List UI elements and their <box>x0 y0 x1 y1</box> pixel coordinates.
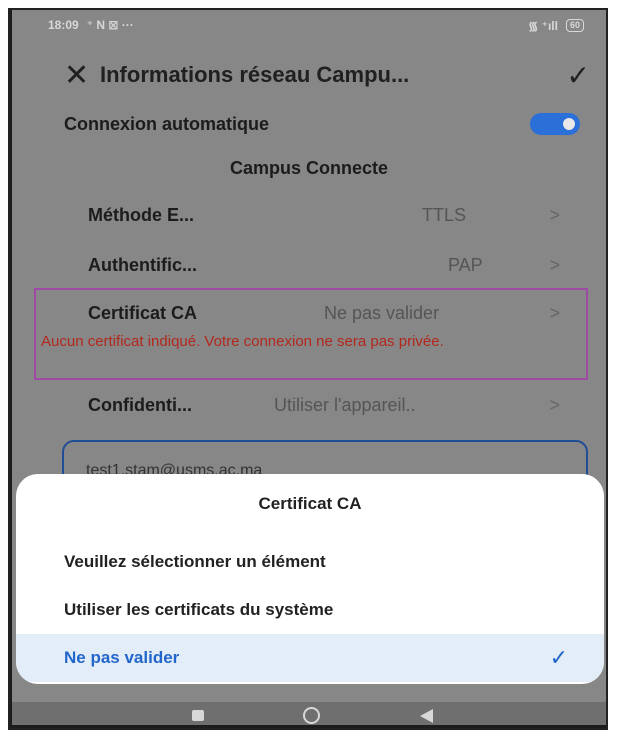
settings-row-privacy[interactable]: Confidenti... Utiliser l'appareil.. > <box>12 390 606 420</box>
auto-connect-toggle[interactable] <box>530 113 580 135</box>
screenshot-frame: 18:09 ⁺ N ⊠ ··· ᯾ ⁺ıll 60 ✕ Informations… <box>8 8 608 730</box>
network-name: Campus Connecte <box>229 157 389 178</box>
settings-row-eap-method[interactable]: Méthode E... TTLS > <box>12 200 606 230</box>
toggle-knob <box>563 118 575 130</box>
home-button[interactable] <box>303 707 320 724</box>
setting-label: Authentific... <box>88 254 197 275</box>
chevron-right-icon: > <box>549 254 560 275</box>
setting-value: Utiliser l'appareil.. <box>274 394 416 415</box>
setting-label: Méthode E... <box>88 204 195 225</box>
settings-row-authentication[interactable]: Authentific... PAP > <box>12 250 606 280</box>
phone-screen: 18:09 ⁺ N ⊠ ··· ᯾ ⁺ıll 60 ✕ Informations… <box>12 10 606 725</box>
back-button[interactable] <box>420 709 433 723</box>
status-time: 18:09 <box>48 18 79 32</box>
auto-connect-label: Connexion automatique <box>64 113 270 134</box>
notification-icons: ⁺ N ⊠ ··· <box>86 18 134 32</box>
chevron-right-icon: > <box>549 204 560 225</box>
sheet-option-select[interactable]: Veuillez sélectionner un élément <box>16 538 604 586</box>
signal-icon: ᯾ ⁺ıll <box>528 18 558 33</box>
highlight-box <box>34 288 588 380</box>
setting-value: TTLS <box>422 204 467 225</box>
setting-value: PAP <box>448 254 483 275</box>
auto-connect-row[interactable]: Connexion automatique <box>12 110 606 138</box>
ca-certificate-sheet: Certificat CA Veuillez sélectionner un é… <box>16 474 604 684</box>
setting-label: Confidenti... <box>88 394 192 415</box>
option-label: Ne pas valider <box>64 648 180 667</box>
option-label: Utiliser les certificats du système <box>64 600 334 619</box>
navigation-bar <box>12 702 606 725</box>
sheet-option-do-not-validate[interactable]: Ne pas valider ✓ <box>16 634 604 682</box>
chevron-right-icon: > <box>549 394 560 415</box>
sheet-option-system-certificates[interactable]: Utiliser les certificats du système <box>16 586 604 634</box>
battery-icon: 60 <box>565 18 584 32</box>
network-name-row: Campus Connecte <box>12 154 606 182</box>
title-bar: ✕ Informations réseau Campu... ✓ <box>12 50 606 100</box>
sheet-title: Certificat CA <box>258 494 362 513</box>
close-icon[interactable]: ✕ <box>64 58 100 93</box>
page-title: Informations réseau Campu... <box>100 62 410 87</box>
option-label: Veuillez sélectionner un élément <box>64 552 326 571</box>
status-bar: 18:09 ⁺ N ⊠ ··· ᯾ ⁺ıll 60 <box>12 10 606 40</box>
recents-button[interactable] <box>192 710 204 721</box>
confirm-check-icon[interactable]: ✓ <box>550 59 590 92</box>
check-icon: ✓ <box>549 645 568 670</box>
